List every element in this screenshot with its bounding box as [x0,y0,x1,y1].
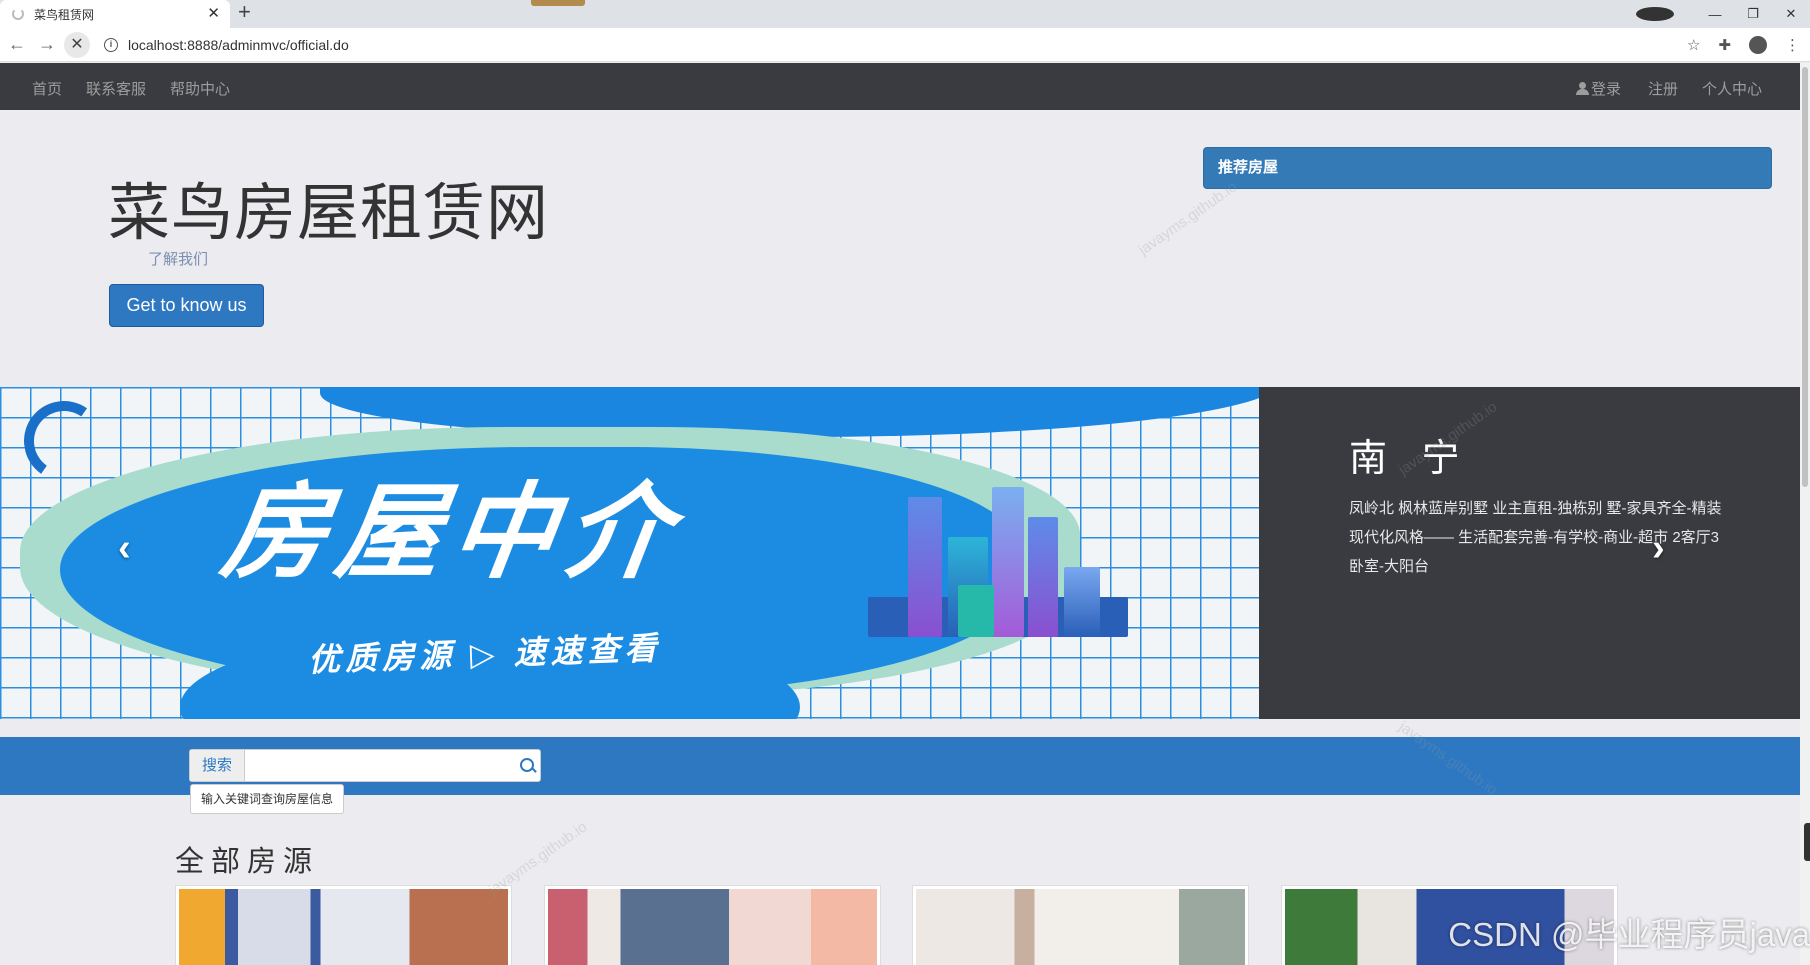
site-navbar: 首页 联系客服 帮助中心 登录 注册 个人中心 [0,63,1800,110]
restore-icon[interactable]: ❐ [1734,6,1772,22]
nav-register[interactable]: 注册 [1648,78,1678,99]
search-tooltip: 输入关键词查询房屋信息 [190,784,345,814]
scrollbar-thumb[interactable] [1802,67,1808,487]
caption-description: 凤岭北 枫林蓝岸别墅 业主直租-独栋别 墅-家具齐全-精装现代化风格—— 生活配… [1349,500,1722,575]
tab-title: 菜鸟租赁网 [34,7,95,22]
house-card[interactable] [912,885,1249,965]
profile-icon[interactable] [1749,36,1767,54]
watermark: javayms.github.io [1135,178,1241,259]
browser-profile-icon[interactable] [1636,7,1674,21]
nav-home[interactable]: 首页 [32,78,62,99]
loading-spinner-icon [12,8,24,20]
csdn-watermark: CSDN @毕业程序员java [1448,916,1810,953]
house-card[interactable] [544,885,881,965]
nav-login[interactable]: 登录 [1576,78,1621,99]
close-window-icon[interactable]: ✕ [1772,6,1810,22]
house-photo[interactable] [179,889,508,965]
signal-icon [17,394,111,488]
window-controls: — ❐ ✕ [1636,0,1810,28]
star-icon[interactable]: ☆ [1687,36,1700,54]
nav-login-label: 登录 [1591,81,1622,98]
url-field[interactable]: i localhost:8888/adminmvc/official.do [104,37,349,53]
tab-strip-indicator [531,0,585,6]
search-input[interactable] [245,750,516,781]
stop-loading-icon[interactable]: ✕ [64,31,90,58]
house-photo[interactable] [548,889,877,965]
minimize-icon[interactable]: — [1696,7,1734,22]
hero-title: 菜鸟房屋租赁网 [108,179,550,248]
back-arrow-icon[interactable]: ← [4,34,30,55]
user-icon [1576,82,1589,95]
search-label: 搜索 [190,750,245,781]
section-title: 全部房源 [175,846,320,878]
info-icon[interactable]: i [104,37,118,52]
house-card[interactable] [175,885,512,965]
hero-subtitle: 了解我们 [148,251,209,268]
extension-icon[interactable]: ✚ [1718,36,1731,54]
browser-toolbar-right: ☆ ✚ ⋮ [1687,28,1800,62]
browser-tab[interactable]: 菜鸟租赁网 ✕ [0,0,230,28]
side-feedback-tab[interactable] [1804,823,1810,861]
url-text[interactable]: localhost:8888/adminmvc/official.do [128,37,349,53]
nav-contact-service[interactable]: 联系客服 [86,78,146,99]
address-bar: ← → ✕ i localhost:8888/adminmvc/official… [0,28,1810,62]
search-icon[interactable] [516,750,540,781]
city-skyline-illustration [868,487,1128,637]
carousel-slide-image: 房屋中介 优质房源 ▷ 速速查看 [0,387,1259,719]
carousel-prev-arrow[interactable]: ‹ [118,527,131,570]
carousel-caption: 南 宁 凤岭北 枫林蓝岸别墅 业主直租-独栋别 墅-家具齐全-精装现代化风格——… [1349,427,1729,581]
new-tab-icon[interactable]: + [238,1,251,23]
get-to-know-us-button[interactable]: Get to know us [109,284,264,327]
nav-personal-center[interactable]: 个人中心 [1702,78,1762,99]
slide-heading: 房屋中介 [215,475,688,591]
tab-close-icon[interactable]: ✕ [207,4,220,22]
carousel: 房屋中介 优质房源 ▷ 速速查看 ‹ › 南 宁 凤岭北 枫林蓝岸别墅 业主直租… [0,387,1800,719]
recommended-houses-panel: 推荐房屋 [1203,147,1772,189]
forward-arrow-icon[interactable]: → [34,34,60,55]
kebab-menu-icon[interactable]: ⋮ [1785,36,1800,54]
browser-tab-bar: 菜鸟租赁网 ✕ + — ❐ ✕ [0,0,1810,28]
search-group: 搜索 [189,749,541,782]
house-photo[interactable] [916,889,1245,965]
nav-help-center[interactable]: 帮助中心 [170,78,230,99]
